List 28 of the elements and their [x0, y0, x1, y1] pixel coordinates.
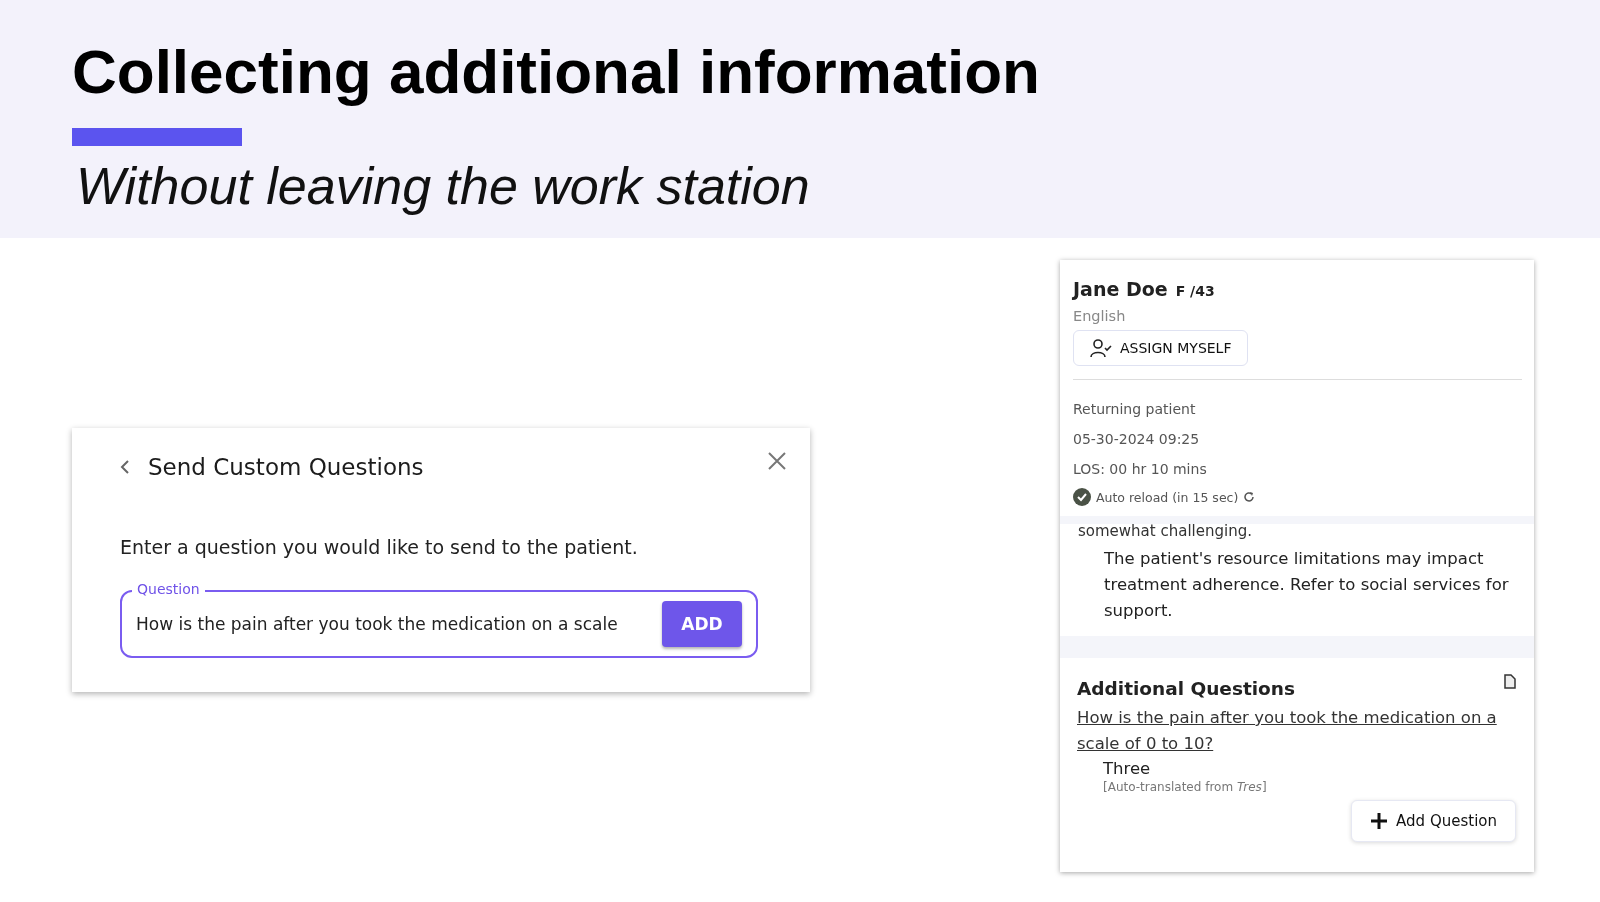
refresh-icon[interactable]	[1243, 491, 1256, 503]
auto-reload-text: Auto reload (in 15 sec)	[1096, 489, 1239, 505]
check-circle-icon	[1073, 488, 1091, 506]
back-icon[interactable]	[120, 459, 130, 475]
note-text: somewhat challenging.	[1078, 522, 1253, 540]
document-icon[interactable]	[1504, 674, 1516, 689]
patient-name: Jane Doe	[1073, 278, 1168, 300]
translation-note: [Auto-translated from Tres]	[1102, 780, 1268, 794]
question-link[interactable]: How is the pain after you took the medication on a scale of 0 to 10?	[1077, 705, 1516, 757]
dialog-title: Send Custom Questions	[148, 454, 424, 480]
add-question-button[interactable]: Add Question	[1351, 800, 1516, 842]
instruction-text: Enter a question you would like to send to the patient.	[120, 536, 639, 558]
field-label: Question	[132, 580, 205, 598]
visit-detail: LOS: 00 hr 10 mins	[1073, 460, 1207, 479]
section-title: Additional Questions	[1077, 678, 1295, 699]
answer-text: Three	[1102, 759, 1152, 778]
note-text: The patient's resource limitations may impact treatment adherence. Refer to social services for support.	[1103, 548, 1510, 622]
close-button[interactable]	[766, 450, 788, 472]
visit-detail: 05-30-2024 09:25	[1073, 430, 1200, 449]
add-button[interactable]: ADD	[662, 601, 742, 647]
plus-icon	[1370, 812, 1389, 830]
visit-detail: Returning patient	[1073, 400, 1196, 419]
slide-title: Collecting additional information	[72, 36, 1040, 108]
slide-subtitle: Without leaving the work station	[76, 156, 810, 216]
user-check-icon	[1090, 338, 1112, 358]
sex-age: F /43	[1175, 283, 1215, 299]
assign-button[interactable]: ASSIGN MYSELF	[1073, 330, 1249, 366]
language-text: English	[1073, 308, 1126, 324]
